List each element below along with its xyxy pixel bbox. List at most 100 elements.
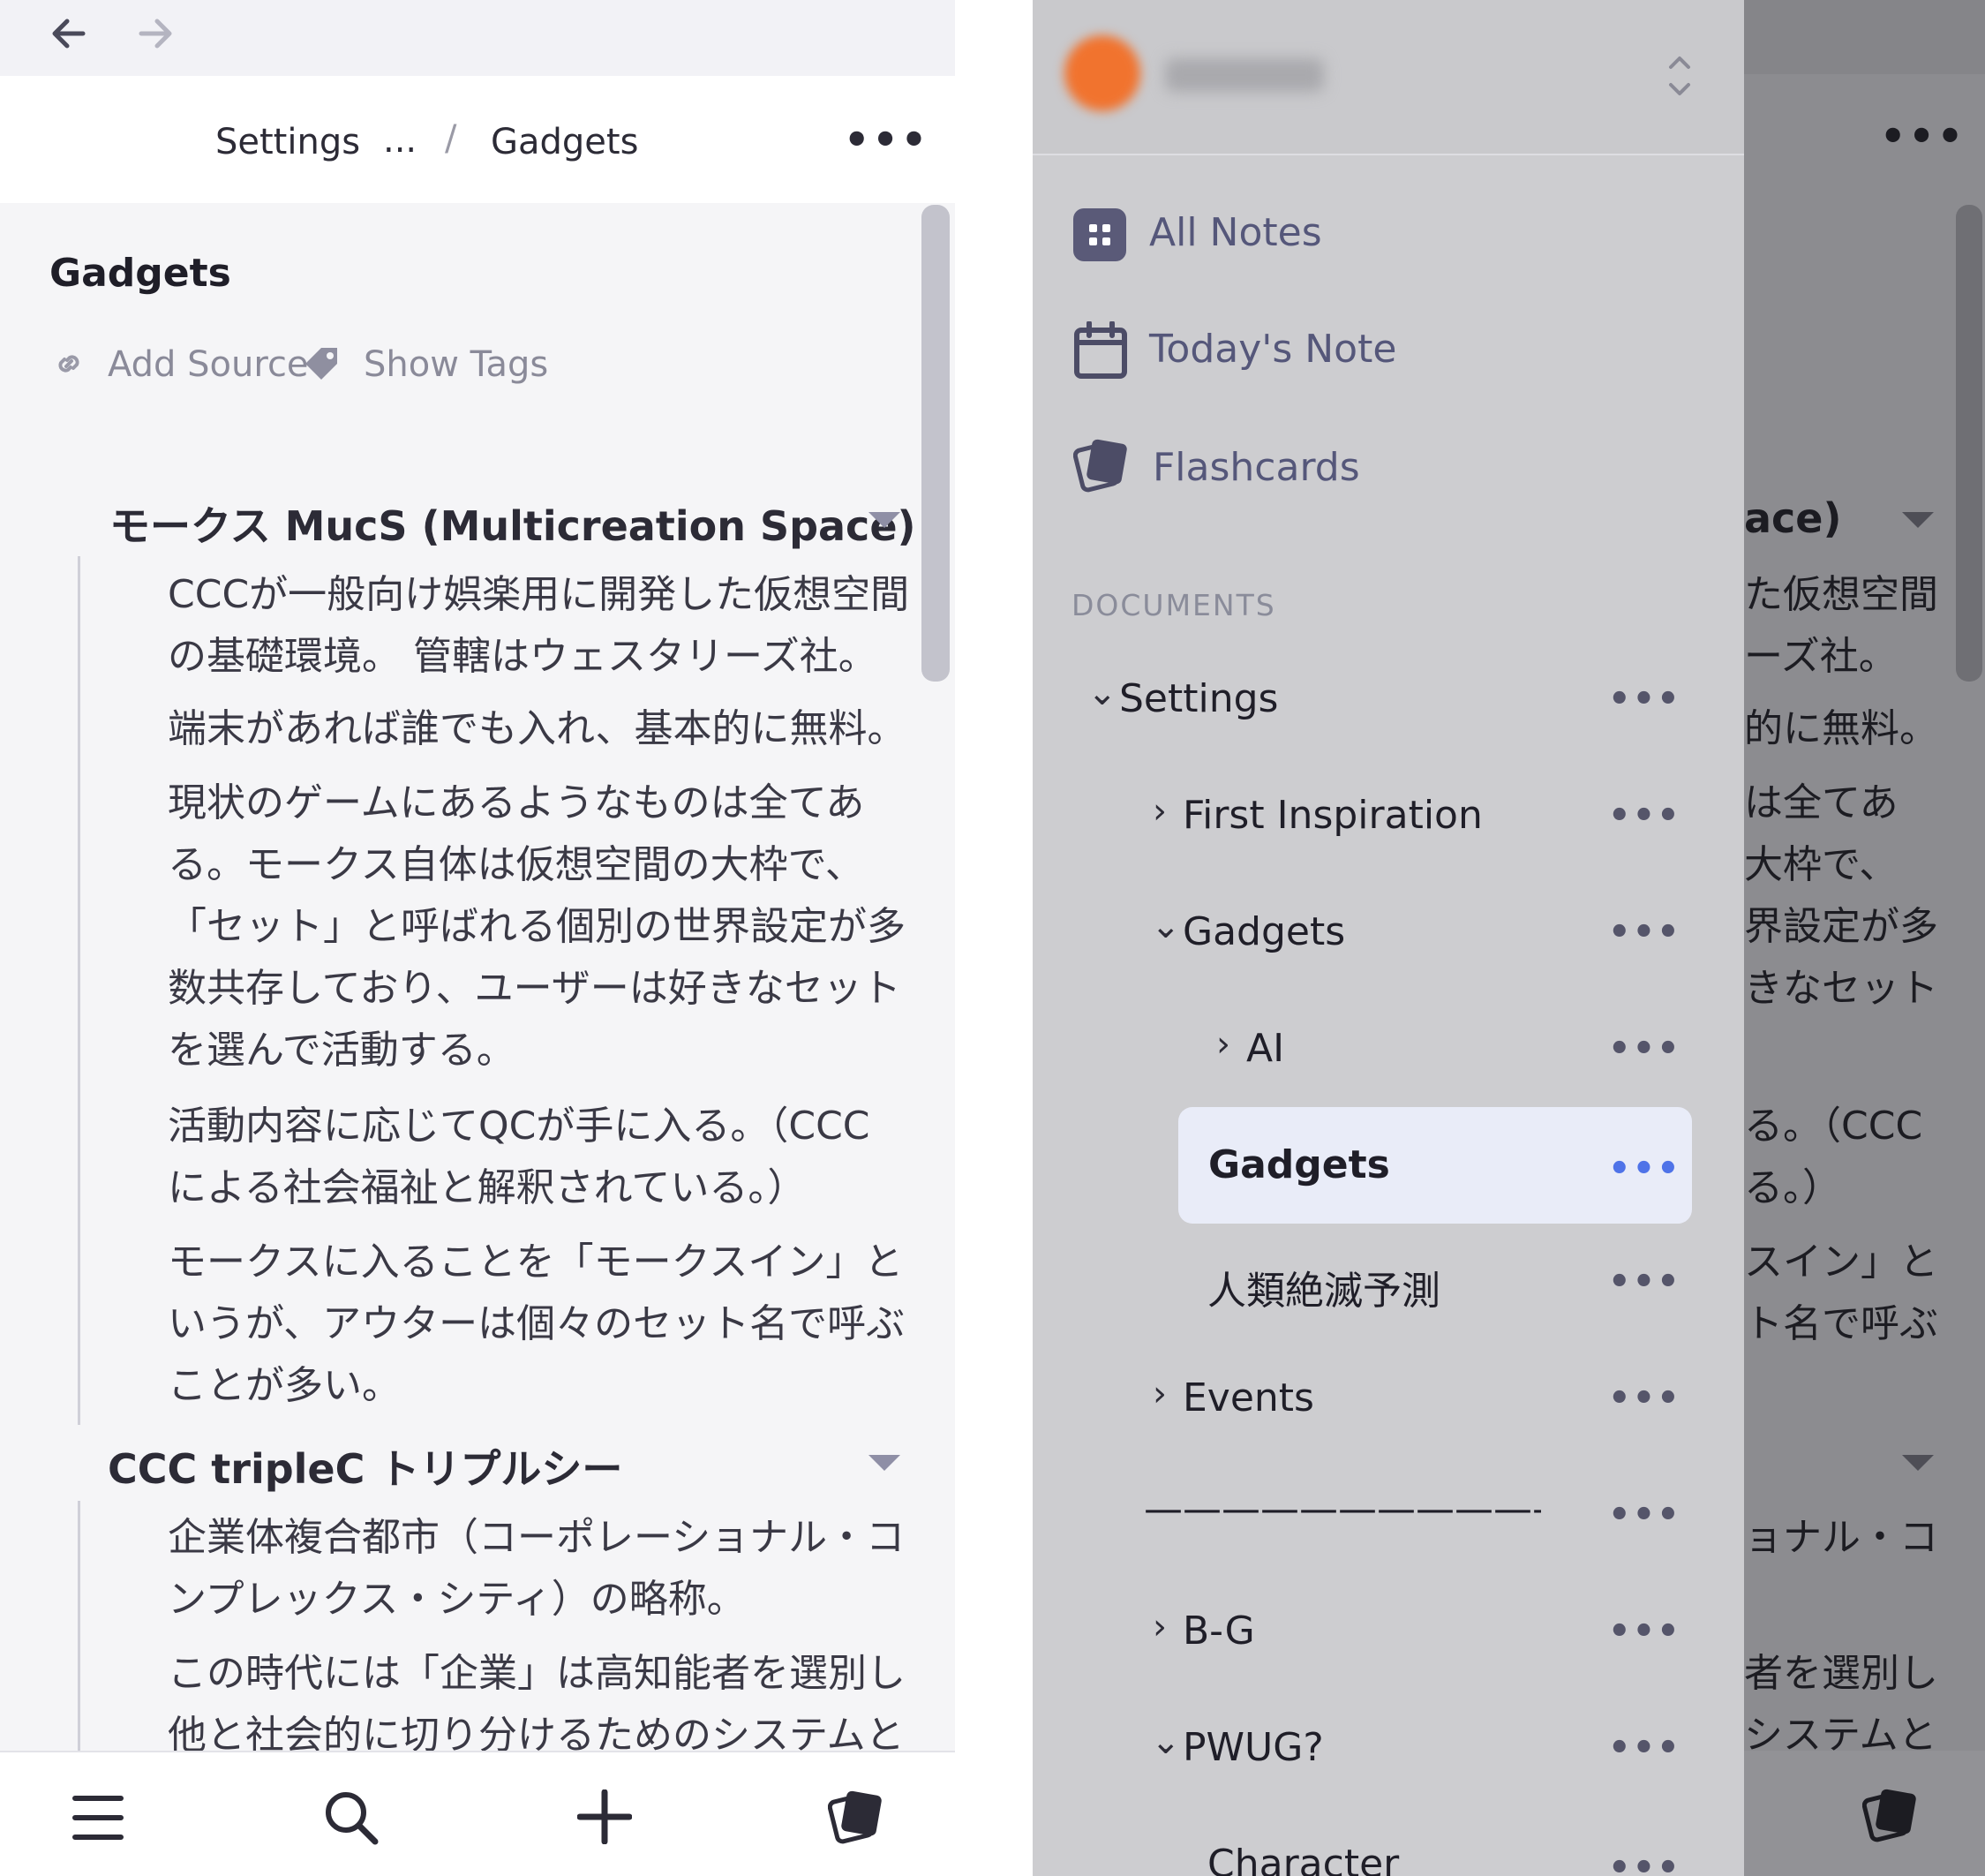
block-line: 端末があれば誰でも入れ、基本的に無料。 [168,706,906,751]
tree-item-b-g[interactable]: B-G [1183,1609,1255,1654]
block-line: 活動内容に応じてQCが手に入る。（CCC [168,1104,870,1149]
scrollbar [1956,205,1982,682]
block-line: ことが多い。 [168,1363,401,1408]
tree-item-more-button[interactable]: ••• [1608,1497,1681,1533]
block-line: 企業体複合都市（コーポレーショナル・コ [168,1515,906,1560]
tree-item-more-button[interactable]: ••• [1608,1850,1681,1876]
nav-flashcards[interactable]: Flashcards [1153,445,1360,490]
tree-item-settings[interactable]: Settings [1119,676,1278,721]
block-line: の基礎環境。 管轄はウェスタリーズ社。 [168,634,877,679]
breadcrumb-separator: / [445,118,457,159]
bg-text-fragment: ョナル・コ [1744,1515,1938,1560]
search-icon[interactable] [323,1789,380,1850]
calendar-icon [1073,320,1128,383]
more-options-button[interactable]: ••• [844,119,929,160]
block-line: る。モークス自体は仮想空間の大枠で、 [168,842,864,887]
block-line: による社会福祉と解釈されている。） [168,1165,807,1210]
bg-text-fragment: る。） [1744,1165,1841,1210]
chevron-down-icon[interactable]: ⌄ [1151,1722,1181,1762]
block-line: モークスに入ることを「モークスイン」と [168,1239,904,1285]
bg-text-fragment: る。（CCC [1744,1104,1923,1149]
chevron-down-icon[interactable]: ⌄ [1087,673,1117,713]
block-line: CCCが一般向け娯楽用に開発した仮想空間 [168,572,910,617]
breadcrumb-root[interactable]: Settings [215,122,360,162]
collapse-toggle-icon [1902,1455,1934,1471]
tree-item-first-inspiration[interactable]: First Inspiration [1183,793,1483,838]
breadcrumb-current[interactable]: Gadgets [491,122,638,162]
breadcrumb-ellipsis[interactable]: ... [383,120,417,161]
bg-text-fragment: 者を選別し [1744,1651,1938,1696]
bg-text-fragment: た仮想空間 [1744,572,1938,617]
tree-item-more-button[interactable]: ••• [1608,1151,1681,1187]
collapse-toggle-icon [1902,512,1934,528]
avatar[interactable] [1064,35,1140,111]
tree-item-character[interactable]: Character [1207,1842,1399,1876]
chevron-right-icon[interactable]: › [1153,791,1167,832]
flashcards-icon [1861,1786,1921,1848]
collapse-toggle-icon[interactable] [868,1455,900,1471]
more-options-button[interactable]: ••• [1880,116,1966,156]
note-screen: Settings ... / Gadgets ••• Gadgets Add S… [0,0,955,1876]
show-tags-button[interactable]: Show Tags [364,344,548,385]
bg-text-fragment: きなセット [1744,966,1938,1011]
tree-item-gadgets-selected[interactable]: Gadgets ••• [1178,1107,1692,1224]
chevron-right-icon[interactable]: › [1216,1024,1230,1065]
arrow-right-icon[interactable] [134,12,177,64]
tag-icon[interactable] [302,344,342,388]
tree-item-more-button[interactable]: ••• [1608,915,1681,950]
block-line: いうが、アウターは個々のセット名で呼ぶ [168,1301,906,1346]
plus-icon[interactable] [576,1789,633,1848]
bg-text-fragment: ーズ社。 [1744,634,1898,679]
bg-heading-fragment: ace) [1744,494,1842,542]
account-name-blurred [1165,58,1324,92]
block-heading-mucs[interactable]: モークス MucS (Multicreation Space) [109,494,916,553]
tree-item-more-button[interactable]: ••• [1608,1264,1681,1300]
flashcards-icon[interactable] [827,1788,886,1850]
bg-text-fragment: 大枠で、 [1744,842,1899,887]
block-line: この時代には「企業」は高知能者を選別し [168,1651,906,1696]
block-indent-line [78,1501,80,1757]
tree-item-divider[interactable]: ———————————… [1144,1487,1541,1532]
account-header[interactable] [1033,0,1744,155]
flashcards-icon [1072,436,1132,498]
tree-item-pwug[interactable]: PWUG? [1183,1725,1324,1770]
link-icon[interactable] [51,346,86,385]
tree-item-more-button[interactable]: ••• [1608,682,1681,717]
nav-all-notes[interactable]: All Notes [1149,210,1322,255]
grid-icon [1071,207,1128,267]
scrollbar[interactable] [921,205,950,682]
tree-item-gadgets-folder[interactable]: Gadgets [1183,909,1345,954]
nav-todays-note[interactable]: Today's Note [1149,327,1396,372]
bg-text-fragment: 界設定が多 [1744,904,1938,949]
block-line: 現状のゲームにあるようなものは全てあ [168,780,865,825]
arrow-left-icon[interactable] [48,12,90,64]
add-source-button[interactable]: Add Source [108,344,309,385]
bottom-toolbar [0,1751,955,1876]
tree-item-extinction-forecast[interactable]: 人類絶滅予測 [1207,1259,1440,1315]
tree-item-more-button[interactable]: ••• [1608,1614,1681,1649]
tree-item-more-button[interactable]: ••• [1608,1031,1681,1066]
tree-item-events[interactable]: Events [1183,1375,1314,1420]
chevron-right-icon[interactable]: › [1153,1374,1167,1414]
tree-item-more-button[interactable]: ••• [1608,1381,1681,1416]
account-switch-icon[interactable] [1666,51,1693,104]
tree-item-more-button[interactable]: ••• [1608,798,1681,833]
collapse-toggle-icon[interactable] [868,512,900,528]
top-nav-bar [0,0,955,76]
breadcrumb-bar: Settings ... / Gadgets ••• [0,76,955,203]
chevron-down-icon[interactable]: ⌄ [1151,906,1181,946]
bg-text-fragment: スイン」と [1744,1239,1938,1285]
dim-top-bar [1744,0,1985,74]
tree-item-more-button[interactable]: ••• [1608,1730,1681,1766]
block-line: を選んで活動する。 [168,1028,515,1073]
tree-item-ai[interactable]: AI [1246,1026,1284,1071]
menu-icon[interactable] [72,1795,124,1844]
page-title: Gadgets [49,251,231,296]
bg-text-fragment: は全てあ [1744,780,1899,825]
chevron-right-icon[interactable]: › [1153,1607,1167,1647]
block-heading-ccc[interactable]: CCC tripleC トリプルシー [108,1437,622,1496]
block-line: 数共存しており、ユーザーは好きなセット [168,966,901,1011]
drawer-screen: ••• ace) た仮想空間 ーズ社。 的に無料。 は全てあ 大枠で、 界設定が… [1033,0,1985,1876]
tree-item-label: Gadgets [1208,1142,1390,1187]
navigation-drawer: All Notes Today's Note Flashcards DOCUME… [1033,0,1744,1876]
